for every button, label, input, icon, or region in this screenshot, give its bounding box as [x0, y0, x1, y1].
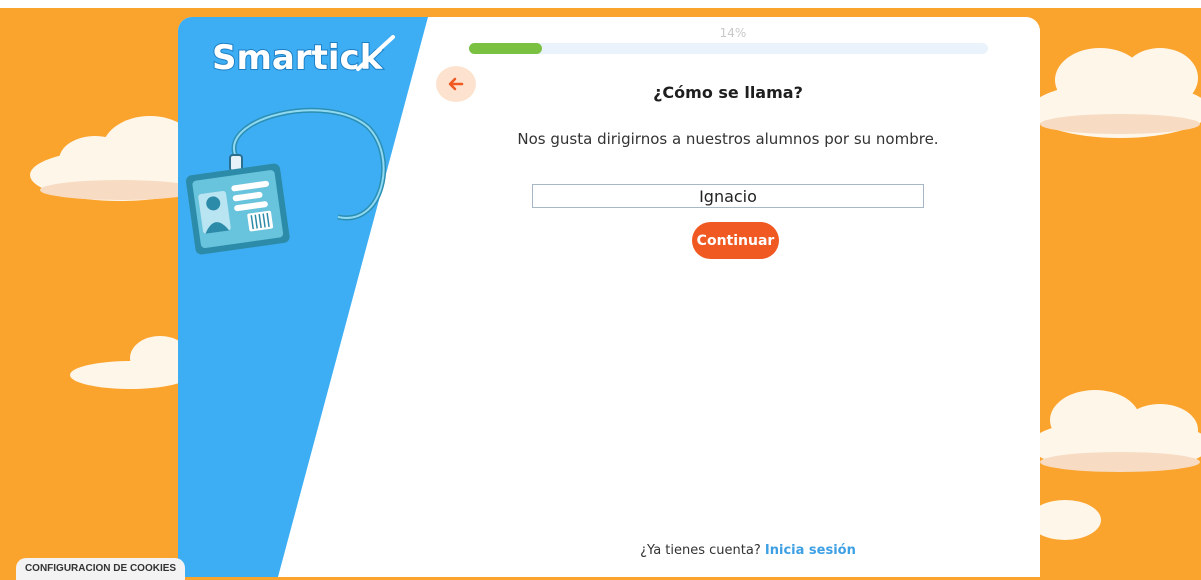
login-link[interactable]: Inicia sesión	[765, 543, 856, 558]
progress-fill	[469, 43, 542, 54]
page-subtitle: Nos gusta dirigirnos a nuestros alumnos …	[517, 130, 939, 148]
name-input[interactable]	[532, 184, 924, 208]
page-title: ¿Cómo se llama?	[653, 83, 803, 102]
continue-button[interactable]: Continuar	[692, 222, 779, 259]
progress-percent: 14%	[719, 26, 747, 40]
login-prompt-text: ¿Ya tienes cuenta?	[640, 543, 761, 558]
smartick-logo: Smartick	[211, 35, 395, 79]
arrow-left-icon	[448, 77, 464, 91]
svg-text:Smartick: Smartick	[212, 38, 384, 78]
progress-bar	[469, 43, 988, 54]
back-button[interactable]	[436, 66, 476, 102]
id-badge-illustration	[185, 107, 386, 255]
signup-card: Smartick 14% ¿Cómo se llama? Nos gusta d…	[178, 17, 1040, 577]
login-prompt: ¿Ya tienes cuenta? Inicia sesión	[598, 543, 898, 558]
